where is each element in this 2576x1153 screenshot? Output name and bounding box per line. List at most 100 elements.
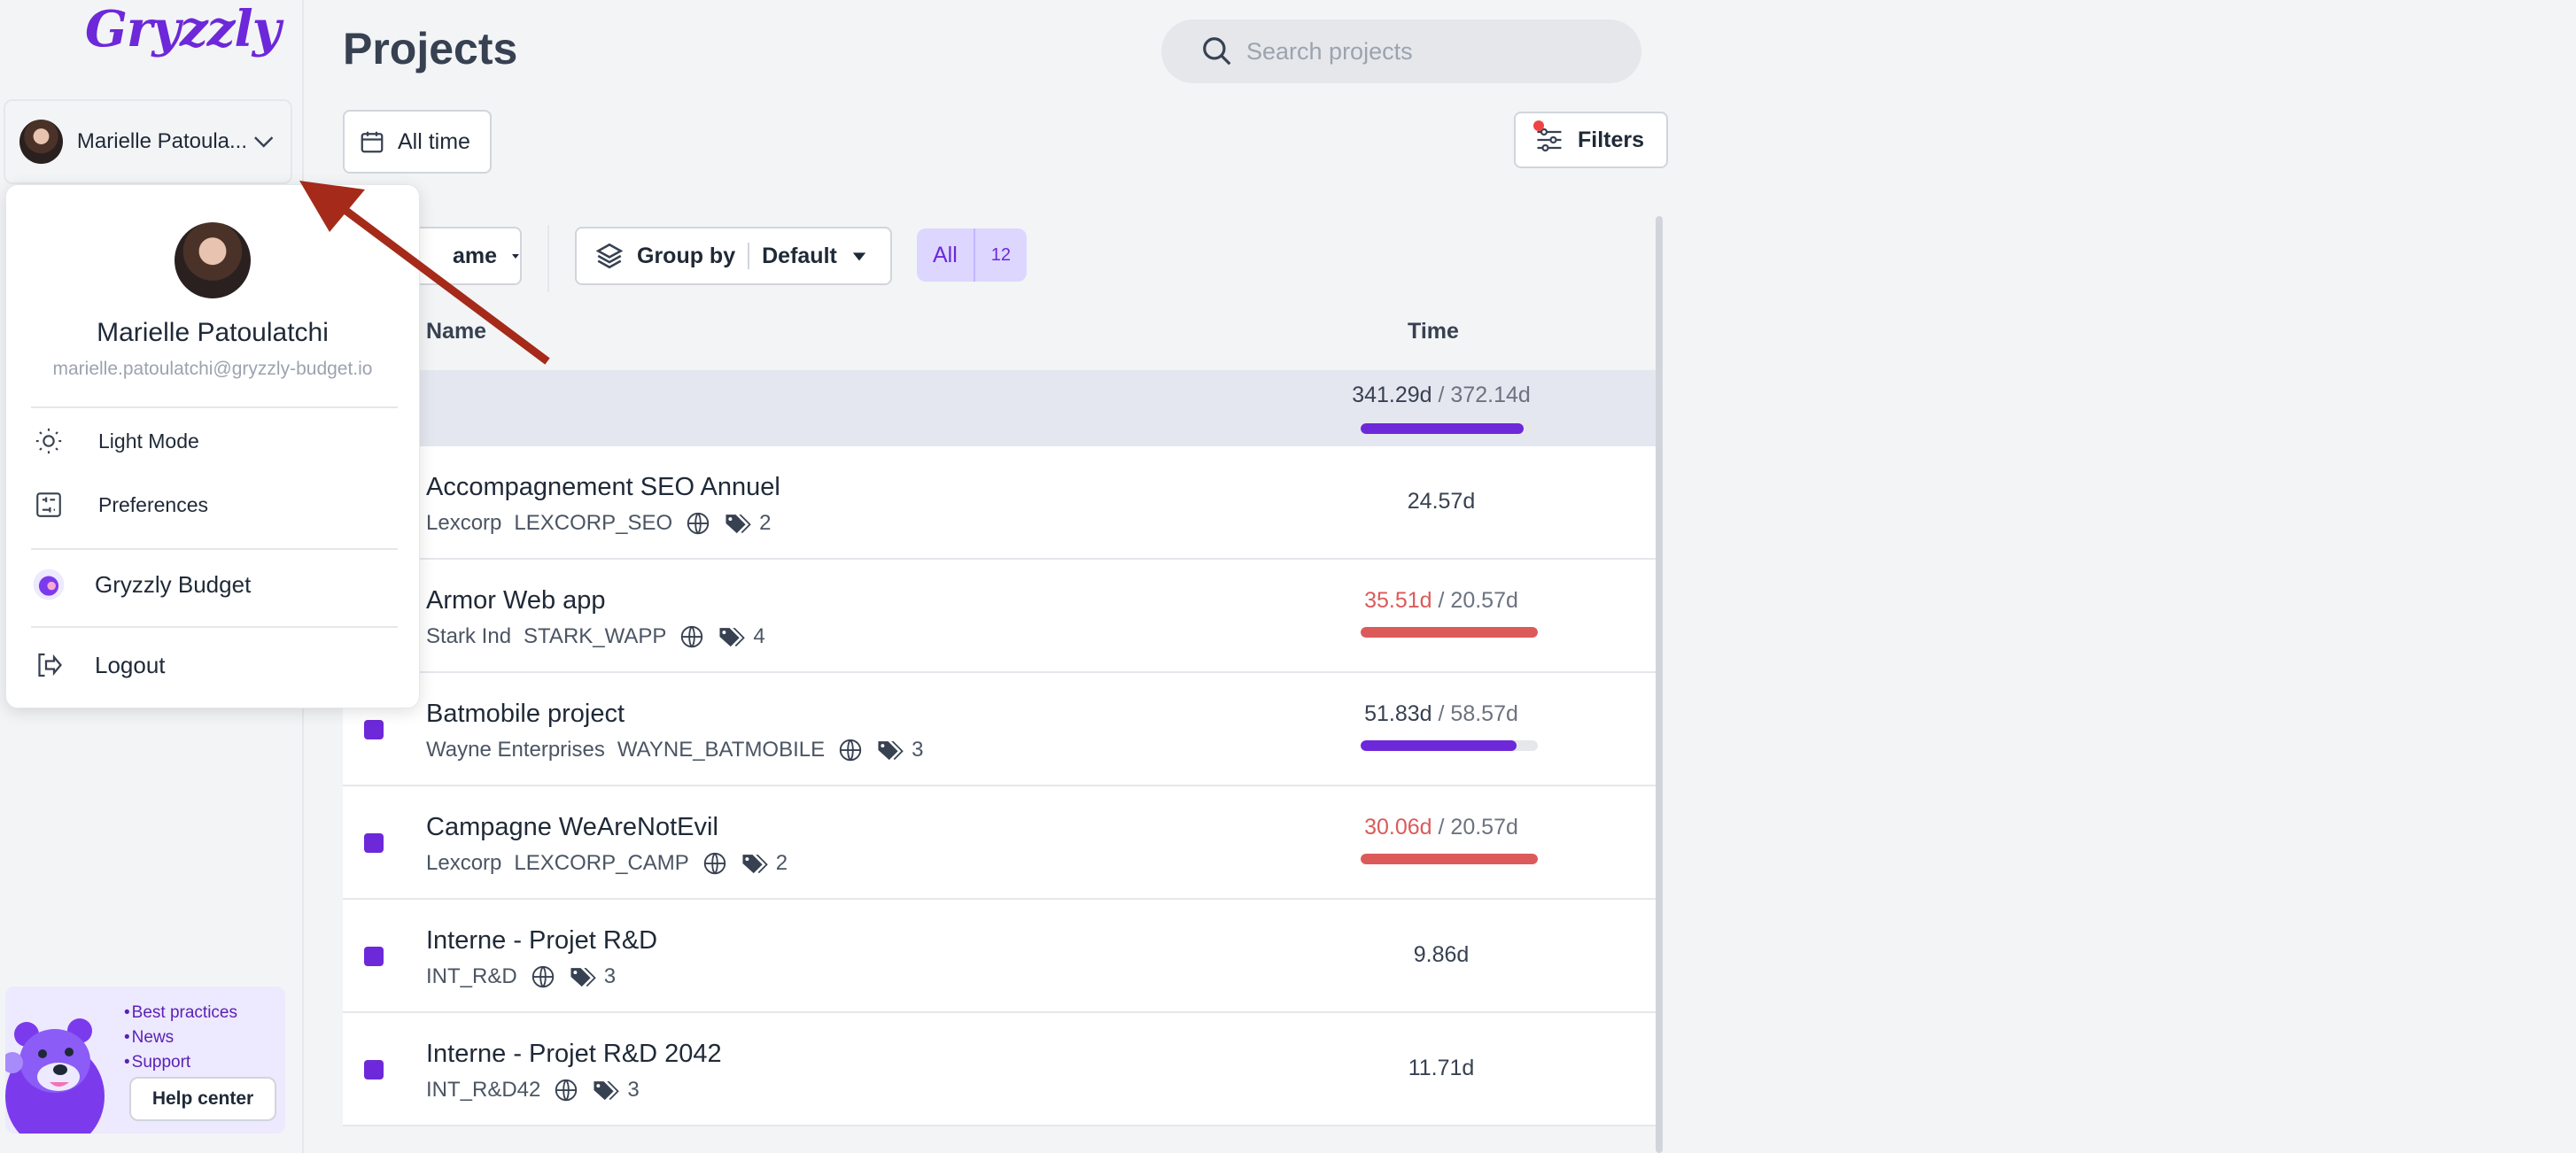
tag-count: 3 <box>569 964 616 989</box>
table-row[interactable]: Campagne WeAreNotEvil Lexcorp LEXCORP_CAM… <box>343 786 1659 900</box>
bear-mascot-icon <box>5 1018 105 1134</box>
status-filter-label: All <box>933 242 958 267</box>
time-budget: 20.57d <box>1450 815 1518 840</box>
user-full-name: Marielle Patoulatchi <box>97 318 329 347</box>
globe-icon <box>531 965 554 988</box>
menu-item-label: Gryzzly Budget <box>95 570 252 598</box>
project-meta: INT_R&D 3 <box>426 963 616 990</box>
sort-label: ame <box>453 243 498 268</box>
project-time: 11.71d <box>1326 1056 1556 1081</box>
caret-down-icon <box>852 252 866 261</box>
status-filter-all[interactable]: All 12 <box>917 228 1028 282</box>
user-selector-name: Marielle Patoula... <box>76 129 248 153</box>
progress-bar <box>1361 854 1538 864</box>
table-row[interactable]: Interne - Projet R&D 2042 INT_R&D42 3 11.7… <box>343 1013 1659 1126</box>
help-link-best-practices[interactable]: Best practices <box>124 1001 237 1025</box>
menu-item-light-mode[interactable]: Light Mode <box>31 416 398 466</box>
project-code: LEXCORP_SEO <box>514 511 673 535</box>
tag-count-value: 2 <box>759 511 772 535</box>
table-row[interactable]: Interne - Projet R&D INT_R&D 3 9.86d <box>343 900 1659 1013</box>
project-color-square <box>364 720 384 739</box>
table-row[interactable]: Batmobile project Wayne Enterprises WAYNE… <box>343 673 1659 786</box>
help-link-news[interactable]: News <box>124 1025 237 1050</box>
projects-table: 341.29d / 372.14d Accompagnement SEO Ann… <box>343 370 1659 1126</box>
menu-item-gryzzly-budget[interactable]: Gryzzly Budget <box>31 560 398 609</box>
project-color-square <box>364 947 384 966</box>
tag-count: 2 <box>724 511 771 536</box>
globe-icon <box>687 512 710 535</box>
globe-icon <box>555 1079 578 1102</box>
tag-count-value: 4 <box>753 624 765 648</box>
tags-icon <box>725 515 751 534</box>
tags-icon <box>594 1081 620 1101</box>
project-name[interactable]: Accompagnement SEO Annuel <box>426 473 780 502</box>
sliders-icon <box>31 487 66 522</box>
total-budget: 372.14d <box>1450 383 1531 407</box>
time-spent: 24.57d <box>1407 489 1476 514</box>
total-spent: 341.29d <box>1352 383 1432 407</box>
scrollbar[interactable] <box>1656 216 1663 1153</box>
total-row: 341.29d / 372.14d <box>343 370 1659 446</box>
menu-item-preferences[interactable]: Preferences <box>31 480 398 530</box>
project-meta: Wayne Enterprises WAYNE_BATMOBILE 3 <box>426 737 924 763</box>
project-client: Lexcorp <box>426 851 502 875</box>
project-time: 51.83d / 58.57d <box>1326 701 1556 727</box>
search-input[interactable] <box>1246 37 1618 66</box>
search-icon <box>1203 37 1231 66</box>
period-label: All time <box>398 128 470 154</box>
project-time: 35.51d / 20.57d <box>1326 588 1556 614</box>
workspace-logo-icon <box>31 567 66 602</box>
project-name[interactable]: Campagne WeAreNotEvil <box>426 813 718 842</box>
project-time: 9.86d <box>1326 942 1556 968</box>
avatar <box>19 120 63 164</box>
user-email: marielle.patoulatchi@gryzzly-budget.io <box>52 359 373 379</box>
project-name[interactable]: Armor Web app <box>426 586 606 615</box>
menu-item-label: Preferences <box>98 492 209 516</box>
project-meta: INT_R&D42 3 <box>426 1077 640 1103</box>
table-row[interactable]: Armor Web app Stark Ind STARK_WAPP 4 35.51d… <box>343 560 1659 673</box>
user-selector[interactable]: Marielle Patoula... <box>4 99 292 184</box>
app-logo[interactable]: Gryzzly <box>85 0 281 58</box>
help-center-button[interactable]: Help center <box>129 1077 276 1121</box>
project-color-square <box>364 1060 384 1079</box>
group-by-label: Group by <box>637 243 736 268</box>
divider <box>31 626 398 628</box>
tags-icon <box>742 855 768 874</box>
project-name[interactable]: Batmobile project <box>426 700 625 729</box>
total-progress-fill <box>1361 423 1524 434</box>
status-filter-count: 12 <box>973 228 1027 282</box>
avatar <box>175 222 251 298</box>
menu-item-logout[interactable]: Logout <box>31 640 398 690</box>
period-button[interactable]: All time <box>343 110 492 174</box>
time-spent: 11.71d <box>1408 1056 1475 1080</box>
tag-count-value: 3 <box>603 964 617 988</box>
progress-fill <box>1361 740 1517 751</box>
project-name[interactable]: Interne - Projet R&D 2042 <box>426 1040 722 1069</box>
sun-icon <box>31 423 66 459</box>
table-row[interactable]: Accompagnement SEO Annuel Lexcorp LEXCORP… <box>343 446 1659 560</box>
time-spent: 35.51d <box>1364 588 1432 613</box>
help-link-support[interactable]: Support <box>124 1050 237 1075</box>
project-time: 30.06d / 20.57d <box>1326 815 1556 840</box>
progress-bar <box>1361 740 1538 751</box>
group-by-button[interactable]: Group by Default <box>575 227 892 285</box>
globe-icon <box>703 852 725 875</box>
project-code: STARK_WAPP <box>524 624 667 648</box>
menu-item-label: Light Mode <box>98 429 199 453</box>
project-meta: Stark Ind STARK_WAPP 4 <box>426 623 765 650</box>
main-content: Projects All time Filters ame Group by D… <box>304 0 2576 1153</box>
filters-button[interactable]: Filters <box>1514 112 1668 168</box>
search-box[interactable] <box>1161 19 1641 83</box>
project-name[interactable]: Interne - Projet R&D <box>426 926 657 956</box>
time-spent: 51.83d <box>1364 701 1432 726</box>
project-meta: Lexcorp LEXCORP_CAMP 2 <box>426 850 788 877</box>
help-links: Best practices News Support <box>124 1001 237 1075</box>
time-spent: 30.06d <box>1364 815 1432 840</box>
time-budget: 58.57d <box>1450 701 1518 726</box>
column-header-name[interactable]: Name <box>426 319 486 344</box>
total-time: 341.29d / 372.14d <box>1326 383 1556 408</box>
tag-count-value: 2 <box>775 851 788 875</box>
active-filter-dot <box>1533 120 1544 131</box>
column-header-time[interactable]: Time <box>1408 319 1459 344</box>
project-code: LEXCORP_CAMP <box>514 851 689 875</box>
